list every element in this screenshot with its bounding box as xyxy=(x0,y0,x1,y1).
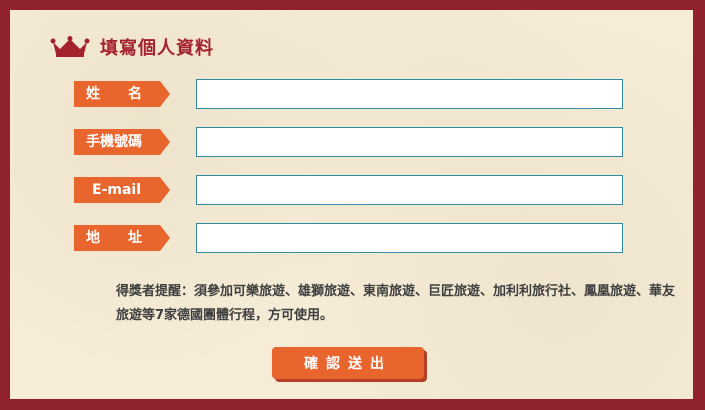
name-label: 姓 名 xyxy=(74,81,170,107)
form-header: 填寫個人資料 xyxy=(50,35,214,59)
phone-field[interactable] xyxy=(196,127,623,157)
name-field[interactable] xyxy=(196,79,623,109)
form-panel: 填寫個人資料 姓 名 手機號碼 E-mail 地 址 得獎者提醒：須參加可樂旅遊… xyxy=(10,10,693,399)
form-row-address: 地 址 xyxy=(74,223,623,253)
page-title: 填寫個人資料 xyxy=(100,38,214,59)
crown-icon xyxy=(50,36,90,57)
form-row-email: E-mail xyxy=(74,175,623,205)
page-frame: 填寫個人資料 姓 名 手機號碼 E-mail 地 址 得獎者提醒：須參加可樂旅遊… xyxy=(0,0,705,410)
phone-label: 手機號碼 xyxy=(74,129,170,155)
winner-notice: 得獎者提醒：須參加可樂旅遊、雄獅旅遊、東南旅遊、巨匠旅遊、加利利旅行社、鳳凰旅遊… xyxy=(116,284,676,323)
form-row-name: 姓 名 xyxy=(74,79,623,109)
form-row-phone: 手機號碼 xyxy=(74,127,623,157)
address-label: 地 址 xyxy=(74,225,170,251)
address-field[interactable] xyxy=(196,223,623,253)
submit-button[interactable]: 確認送出 xyxy=(272,347,424,379)
email-label: E-mail xyxy=(74,177,170,203)
email-field[interactable] xyxy=(196,175,623,205)
